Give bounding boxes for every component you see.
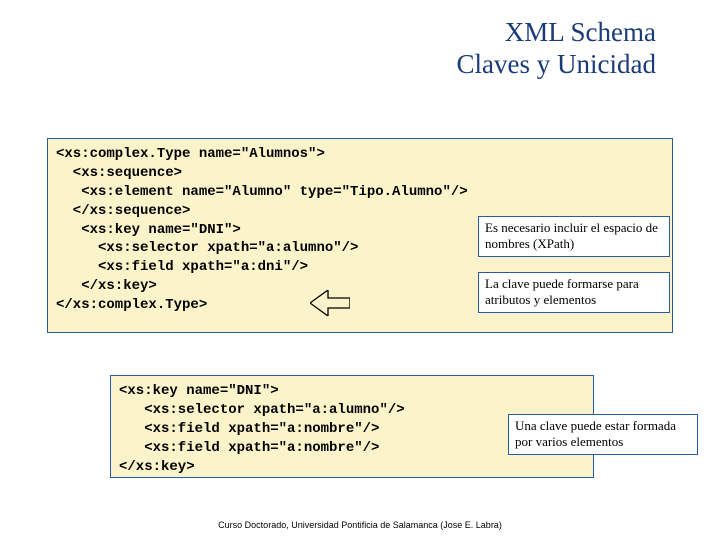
slide-footer: Curso Doctorado, Universidad Pontificia …: [0, 520, 720, 530]
note-multi-elements: Una clave puede estar formada por varios…: [508, 414, 698, 455]
arrow-left-icon: [310, 290, 350, 316]
slide-title: XML Schema Claves y Unicidad: [457, 16, 656, 81]
note-key-attrs: La clave puede formarse para atributos y…: [478, 272, 670, 313]
title-line-1: XML Schema: [457, 16, 656, 48]
note-namespace: Es necesario incluir el espacio de nombr…: [478, 216, 670, 257]
title-line-2: Claves y Unicidad: [457, 48, 656, 80]
